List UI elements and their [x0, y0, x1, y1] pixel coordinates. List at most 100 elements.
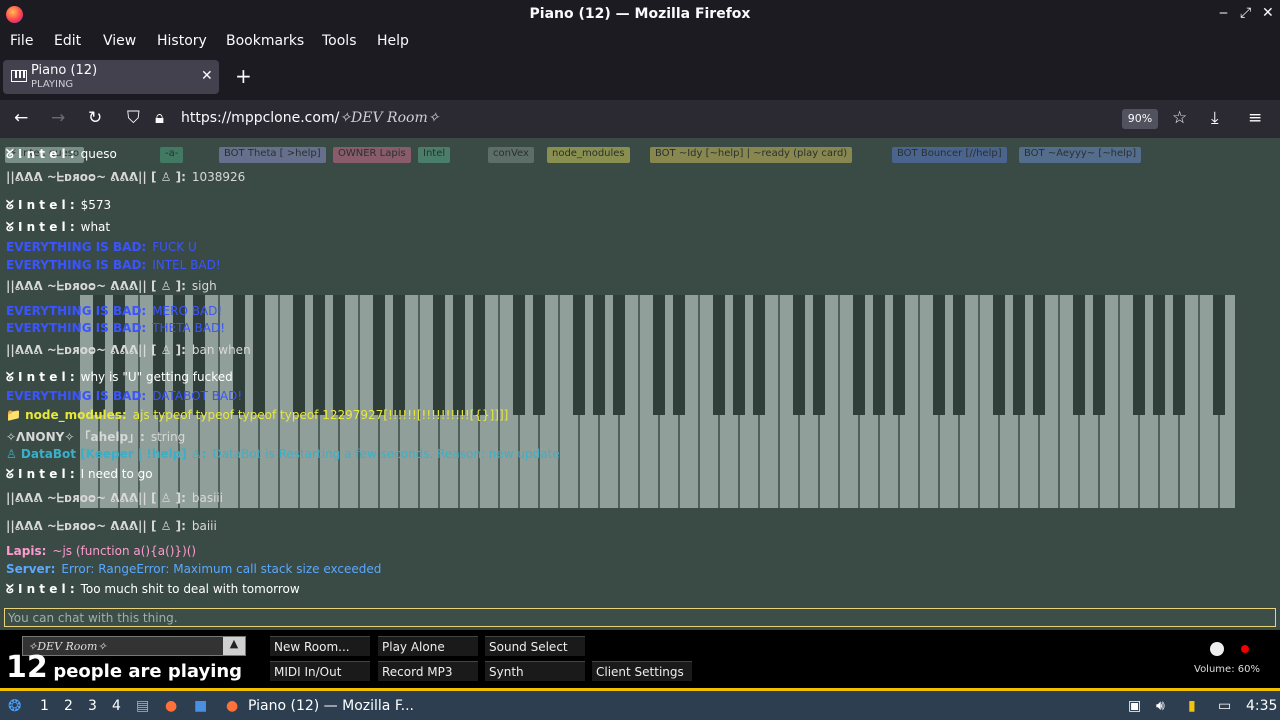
workspace-3[interactable]: 3	[88, 698, 97, 714]
menu-edit[interactable]: Edit	[54, 33, 81, 49]
chat-author: ||ᕕᕕᕕ ~ᖶᴅᴙᴏᴑ~ ᕕᕕᕕ|| [ ♙ ]:	[6, 279, 186, 293]
hamburger-menu-icon[interactable]: ≡	[1248, 108, 1262, 128]
chat-author: EVERYTHING IS BAD:	[6, 389, 147, 403]
file-manager-icon[interactable]: ▤	[136, 698, 149, 714]
maximize-icon[interactable]: ⤢	[1240, 5, 1251, 21]
client-settings-button[interactable]: Client Settings	[592, 661, 692, 681]
piano-black-key[interactable]	[1133, 295, 1145, 415]
piano-black-key[interactable]	[853, 295, 865, 415]
piano-black-key[interactable]	[593, 295, 605, 415]
url-bar[interactable]: https://mppclone.com/✧DEV Room✧	[181, 110, 439, 126]
piano-black-key[interactable]	[1153, 295, 1165, 415]
piano-black-key[interactable]	[1213, 295, 1225, 415]
piano-black-key[interactable]	[1073, 295, 1085, 415]
piano-black-key[interactable]	[673, 295, 685, 415]
workspace-1[interactable]: 1	[40, 698, 49, 714]
display-icon[interactable]: ▭	[1218, 698, 1231, 714]
piano-black-key[interactable]	[653, 295, 665, 415]
workspace-2[interactable]: 2	[64, 698, 73, 714]
back-icon[interactable]: ←	[14, 108, 28, 128]
record-mp3-button[interactable]: Record MP3	[378, 661, 478, 681]
taskbar-window-firefox[interactable]: Piano (12) — Mozilla F...	[248, 698, 414, 714]
forward-icon[interactable]: →	[51, 108, 65, 128]
menu-bar: File Edit View History Bookmarks Tools H…	[0, 29, 1280, 54]
new-tab-icon[interactable]: +	[235, 64, 252, 88]
piano-keyboard[interactable]	[80, 295, 1235, 508]
piano-black-key[interactable]	[753, 295, 765, 415]
synth-button[interactable]: Synth	[485, 661, 585, 681]
piano-black-key[interactable]	[433, 295, 445, 415]
piano-black-key[interactable]	[933, 295, 945, 415]
piano-black-key[interactable]	[473, 295, 485, 415]
player-tag[interactable]: node_modules	[547, 147, 630, 163]
clipboard-icon[interactable]: ▮	[1188, 698, 1196, 714]
menu-bookmarks[interactable]: Bookmarks	[226, 33, 304, 49]
tray-save-icon[interactable]: ▣	[1128, 698, 1141, 714]
piano-black-key[interactable]	[313, 295, 325, 415]
chat-message: ᘜ I n t e l : I need to go	[6, 467, 153, 482]
new-room-button[interactable]: New Room...	[270, 636, 370, 656]
piano-black-key[interactable]	[793, 295, 805, 415]
player-tag[interactable]: BOT ~Aeyyy~ [~help]	[1019, 147, 1142, 163]
start-menu-icon[interactable]: ❂	[8, 696, 21, 715]
sound-select-button[interactable]: Sound Select	[485, 636, 585, 656]
chat-text: string	[150, 430, 186, 444]
player-tag[interactable]: BOT Bouncer [//help]	[892, 147, 1007, 163]
piano-black-key[interactable]	[333, 295, 345, 415]
terminal-icon[interactable]: ■	[194, 698, 207, 714]
volume-knob[interactable]	[1210, 642, 1224, 656]
play-alone-button[interactable]: Play Alone	[378, 636, 478, 656]
piano-black-key[interactable]	[253, 295, 265, 415]
menu-help[interactable]: Help	[377, 33, 409, 49]
piano-black-key[interactable]	[813, 295, 825, 415]
piano-black-key[interactable]	[1013, 295, 1025, 415]
volume-label: Volume: 60%	[1194, 664, 1260, 675]
piano-black-key[interactable]	[1093, 295, 1105, 415]
piano-black-key[interactable]	[873, 295, 885, 415]
piano-black-key[interactable]	[733, 295, 745, 415]
minimize-icon[interactable]: ‒	[1219, 5, 1228, 21]
menu-file[interactable]: File	[10, 33, 33, 49]
lock-icon[interactable]: 🔒︎	[155, 108, 164, 128]
volume-icon[interactable]: 🔊︎	[1156, 698, 1165, 714]
reload-icon[interactable]: ↻	[88, 108, 102, 128]
close-icon[interactable]: ✕	[1262, 5, 1274, 21]
piano-black-key[interactable]	[373, 295, 385, 415]
chat-message: EVERYTHING IS BAD: FUCK U	[6, 240, 197, 254]
piano-black-key[interactable]	[713, 295, 725, 415]
piano-black-key[interactable]	[293, 295, 305, 415]
piano-black-key[interactable]	[1033, 295, 1045, 415]
bookmark-star-icon[interactable]: ☆	[1172, 108, 1187, 128]
firefox-launcher-icon[interactable]: ●	[165, 698, 177, 714]
download-icon[interactable]: ⤓	[1211, 108, 1219, 128]
player-tag[interactable]: -a-	[160, 147, 184, 163]
piano-black-key[interactable]	[613, 295, 625, 415]
shield-icon[interactable]: ⛉	[127, 108, 140, 128]
midi-button[interactable]: MIDI In/Out	[270, 661, 370, 681]
piano-black-key[interactable]	[393, 295, 405, 415]
piano-black-key[interactable]	[993, 295, 1005, 415]
chat-message: ᘜ I n t e l : why is "U" getting fucked	[6, 370, 233, 385]
piano-black-key[interactable]	[953, 295, 965, 415]
piano-black-key[interactable]	[533, 295, 545, 415]
zoom-level[interactable]: 90%	[1122, 109, 1158, 129]
player-tag[interactable]: Intel	[418, 147, 451, 163]
piano-black-key[interactable]	[1173, 295, 1185, 415]
chat-text: Too much shit to deal with tomorrow	[80, 582, 300, 596]
chat-author: ✧ΛNONY✧ 「ahelp」:	[6, 430, 145, 444]
menu-history[interactable]: History	[157, 33, 207, 49]
menu-view[interactable]: View	[103, 33, 136, 49]
player-tag[interactable]: BOT ~Idy [~help] | ~ready (play card)	[650, 147, 853, 163]
piano-black-key[interactable]	[573, 295, 585, 415]
tab-close-icon[interactable]: ✕	[201, 68, 213, 84]
tab-piano[interactable]: Piano (12) PLAYING ✕	[3, 60, 219, 94]
piano-black-key[interactable]	[453, 295, 465, 415]
workspace-4[interactable]: 4	[112, 698, 121, 714]
player-tag[interactable]: BOT Theta [ >help]	[219, 147, 326, 163]
chat-input[interactable]: You can chat with this thing.	[4, 608, 1276, 627]
piano-black-key[interactable]	[893, 295, 905, 415]
player-tag[interactable]: conVex	[488, 147, 534, 163]
player-tag[interactable]: OWNER Lapis	[333, 147, 411, 163]
piano-black-key[interactable]	[513, 295, 525, 415]
menu-tools[interactable]: Tools	[322, 33, 357, 49]
